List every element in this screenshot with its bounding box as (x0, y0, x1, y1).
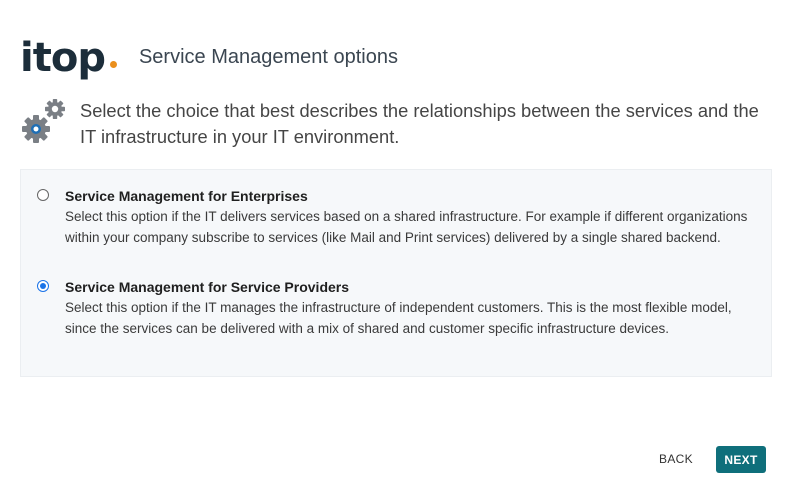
options-panel: Service Management for Enterprises Selec… (20, 169, 772, 377)
back-button[interactable]: BACK (652, 447, 700, 471)
radio-enterprises[interactable] (37, 189, 49, 201)
option-body: Service Management for Service Providers… (65, 278, 755, 339)
option-description: Select this option if the IT manages the… (65, 300, 732, 336)
intro-text: Select the choice that best describes th… (80, 100, 759, 147)
itop-logo: itop (20, 30, 117, 78)
option-enterprises[interactable]: Service Management for Enterprises Selec… (37, 187, 757, 248)
option-title: Service Management for Service Providers (65, 279, 350, 295)
page-title: Service Management options (138, 45, 398, 68)
logo-wordmark: itop (20, 35, 106, 81)
gears-icon (22, 99, 65, 143)
option-description: Select this option if the IT delivers se… (65, 209, 748, 245)
next-button[interactable]: NEXT (716, 446, 766, 473)
option-title: Service Management for Enterprises (65, 188, 308, 204)
page-header: itop Service Management options (20, 30, 398, 78)
radio-service-providers[interactable] (37, 280, 49, 292)
intro-section: Select the choice that best describes th… (22, 98, 762, 150)
option-service-providers[interactable]: Service Management for Service Providers… (37, 278, 757, 339)
logo-dot (109, 61, 117, 68)
option-body: Service Management for Enterprises Selec… (65, 187, 755, 248)
